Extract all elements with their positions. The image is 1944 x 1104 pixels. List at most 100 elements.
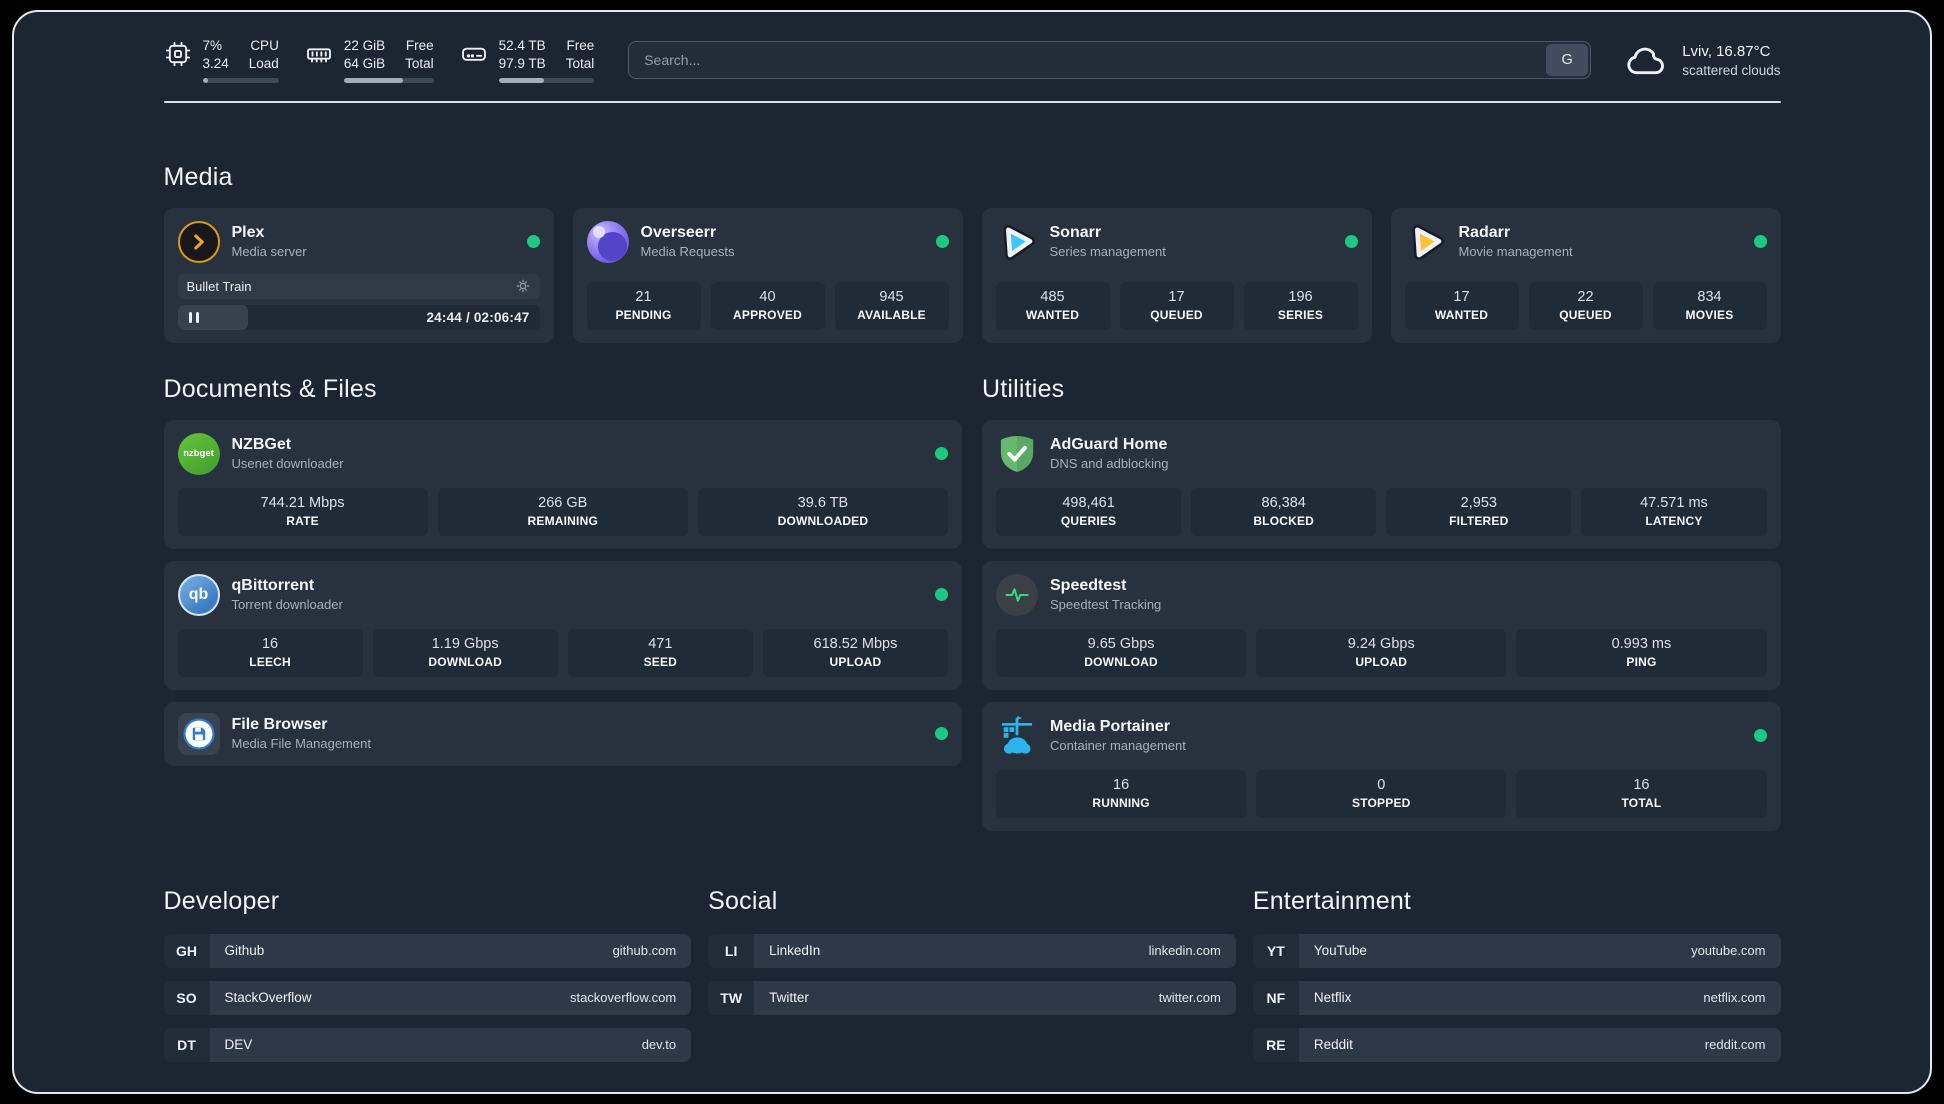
stat-tile: 17 WANTED bbox=[1404, 281, 1519, 330]
app-card-filebrowser[interactable]: File Browser Media File Management bbox=[163, 701, 962, 766]
app-name: Overseerr bbox=[640, 224, 717, 242]
storage-free-label: Free bbox=[566, 38, 595, 53]
app-stats-row: 16 RUNNING 0 STOPPED 16 TOTAL bbox=[996, 757, 1767, 818]
stat-value: 945 bbox=[879, 288, 904, 305]
weather-widget[interactable]: Lviv, 16.87°C scattered clouds bbox=[1625, 42, 1781, 78]
hard-drive-icon bbox=[461, 47, 486, 61]
cpu-progress-bar bbox=[202, 77, 279, 83]
app-card-qbittorrent[interactable]: qb qBittorrent Torrent downloader 16 LEE… bbox=[163, 560, 962, 690]
app-card-portainer[interactable]: Media Portainer Container management 16 … bbox=[982, 701, 1781, 831]
cpu-usage-value: 7% bbox=[202, 38, 223, 53]
utilities-card-stack: AdGuard Home DNS and adblocking 498,461 … bbox=[982, 419, 1781, 831]
search-input[interactable] bbox=[628, 41, 1592, 80]
documents-card-stack: nzbget NZBGet Usenet downloader 744.21 M… bbox=[163, 419, 962, 766]
dashboard-page: 7% CPU 3.24 Load 22 GiB Free 64 GiB Tota… bbox=[12, 10, 1932, 1094]
stat-tile: 22 QUEUED bbox=[1528, 281, 1643, 330]
bookmark-stackoverflow[interactable]: SO StackOverflow stackoverflow.com bbox=[163, 980, 692, 1015]
memory-free-label: Free bbox=[405, 38, 434, 53]
stat-value: 16 bbox=[261, 635, 279, 652]
stat-label: RUNNING bbox=[1092, 795, 1150, 810]
stat-label: WANTED bbox=[1434, 307, 1489, 322]
stat-label: BLOCKED bbox=[1253, 513, 1315, 528]
bookmark-linkedin[interactable]: LI LinkedIn linkedin.com bbox=[708, 933, 1236, 968]
stat-value: 834 bbox=[1697, 288, 1722, 305]
adguard-icon bbox=[996, 433, 1038, 475]
app-card-nzbget[interactable]: nzbget NZBGet Usenet downloader 744.21 M… bbox=[163, 419, 962, 549]
bookmark-pill: LinkedIn linkedin.com bbox=[754, 933, 1236, 968]
cpu-progress-fill bbox=[202, 77, 208, 83]
app-card-speedtest[interactable]: Speedtest Speedtest Tracking 9.65 Gbps D… bbox=[982, 560, 1781, 690]
bookmark-abbr: SO bbox=[163, 980, 210, 1015]
memory-free-value: 22 GiB bbox=[343, 38, 386, 53]
stat-tile: 16 TOTAL bbox=[1516, 769, 1767, 818]
bookmark-name: Netflix bbox=[1313, 990, 1352, 1006]
gear-icon[interactable] bbox=[515, 278, 531, 294]
app-card-radarr[interactable]: Radarr Movie management 17 WANTED 22 QUE… bbox=[1390, 207, 1781, 343]
stat-label: QUEUED bbox=[1559, 307, 1612, 322]
bookmark-github[interactable]: GH Github github.com bbox=[163, 933, 692, 968]
stat-value: 17 bbox=[1168, 288, 1185, 305]
stat-tile: 86,384 BLOCKED bbox=[1191, 487, 1377, 536]
app-name: Plex bbox=[231, 224, 265, 242]
app-stats-row: 21 PENDING 40 APPROVED 945 AVAILABLE bbox=[586, 269, 949, 330]
bookmark-url: dev.to bbox=[641, 1037, 677, 1053]
search-engine-button[interactable]: G bbox=[1546, 44, 1589, 77]
section-title-developer: Developer bbox=[163, 886, 280, 915]
header-divider bbox=[163, 100, 1781, 103]
cloud-icon bbox=[1627, 48, 1665, 75]
bookmark-pill: Reddit reddit.com bbox=[1298, 1027, 1781, 1062]
app-stats-row: 16 LEECH 1.19 Gbps DOWNLOAD 471 SEED 618… bbox=[177, 616, 948, 677]
bookmark-dev[interactable]: DT DEV dev.to bbox=[163, 1027, 692, 1062]
app-name: Media Portainer bbox=[1050, 718, 1171, 736]
stat-label: LATENCY bbox=[1645, 513, 1703, 528]
status-online-dot bbox=[935, 588, 948, 602]
storage-progress-fill bbox=[498, 77, 544, 83]
stat-tile: 1.19 Gbps DOWNLOAD bbox=[372, 628, 558, 677]
social-links: LI LinkedIn linkedin.com TW Twitter twit… bbox=[708, 933, 1236, 1015]
storage-total-label: Total bbox=[565, 55, 595, 71]
pause-icon[interactable] bbox=[188, 311, 199, 323]
bookmark-abbr: YT bbox=[1252, 933, 1299, 968]
app-name: AdGuard Home bbox=[1050, 436, 1168, 454]
app-card-overseerr[interactable]: Overseerr Media Requests 21 PENDING 40 A… bbox=[572, 207, 963, 343]
qbittorrent-icon: qb bbox=[177, 573, 220, 616]
bookmark-abbr: DT bbox=[163, 1027, 210, 1062]
stat-value: 16 bbox=[1633, 776, 1650, 793]
developer-column: Developer GH Github github.com SO StackO… bbox=[163, 886, 692, 1062]
middle-columns: Documents & Files nzbget NZBGet Usenet d… bbox=[163, 375, 1781, 831]
card-header: Media Portainer Container management bbox=[996, 715, 1767, 757]
bookmark-reddit[interactable]: RE Reddit reddit.com bbox=[1252, 1027, 1781, 1062]
bookmark-netflix[interactable]: NF Netflix netflix.com bbox=[1252, 980, 1781, 1015]
status-online-dot bbox=[935, 727, 948, 741]
playback-time: 24:44 / 02:06:47 bbox=[426, 309, 530, 325]
stat-tile: 618.52 Mbps UPLOAD bbox=[762, 628, 948, 677]
speedtest-icon bbox=[996, 573, 1038, 616]
stat-label: MOVIES bbox=[1685, 307, 1734, 322]
app-card-adguard[interactable]: AdGuard Home DNS and adblocking 498,461 … bbox=[982, 419, 1781, 549]
cpu-stat-widget: 7% CPU 3.24 Load bbox=[164, 38, 279, 83]
app-name: Sonarr bbox=[1049, 224, 1102, 242]
stat-tile: 0.993 ms PING bbox=[1516, 628, 1767, 677]
card-header: Speedtest Speedtest Tracking bbox=[996, 573, 1767, 616]
stat-value: 498,461 bbox=[1062, 494, 1115, 511]
stat-tile: 196 SERIES bbox=[1243, 281, 1358, 330]
bookmark-name: DEV bbox=[224, 1037, 253, 1053]
stat-label: DOWNLOAD bbox=[1084, 654, 1158, 669]
stat-label: SEED bbox=[643, 654, 678, 669]
app-card-sonarr[interactable]: Sonarr Series management 485 WANTED 17 Q… bbox=[981, 207, 1372, 343]
weather-condition: scattered clouds bbox=[1682, 62, 1781, 78]
media-card-grid: Plex Media server Bullet Train 24:44 / 0… bbox=[163, 207, 1781, 343]
utilities-column: Utilities AdGuard Home DNS and adblockin… bbox=[982, 375, 1781, 831]
weather-location-temp: Lviv, 16.87°C bbox=[1682, 42, 1771, 60]
app-card-plex[interactable]: Plex Media server Bullet Train 24:44 / 0… bbox=[163, 207, 554, 343]
bookmark-youtube[interactable]: YT YouTube youtube.com bbox=[1252, 933, 1781, 968]
stat-value: 266 GB bbox=[538, 494, 588, 511]
stat-value: 9.24 Gbps bbox=[1347, 635, 1415, 652]
stat-value: 47.571 ms bbox=[1640, 494, 1708, 511]
app-subtitle: Media File Management bbox=[231, 736, 371, 752]
app-name: Radarr bbox=[1458, 224, 1511, 242]
app-meta: Media Portainer Container management bbox=[1050, 718, 1186, 753]
playback-progress-bar[interactable]: 24:44 / 02:06:47 bbox=[177, 304, 540, 330]
stat-tile: 9.65 Gbps DOWNLOAD bbox=[996, 628, 1247, 677]
bookmark-twitter[interactable]: TW Twitter twitter.com bbox=[708, 980, 1236, 1015]
